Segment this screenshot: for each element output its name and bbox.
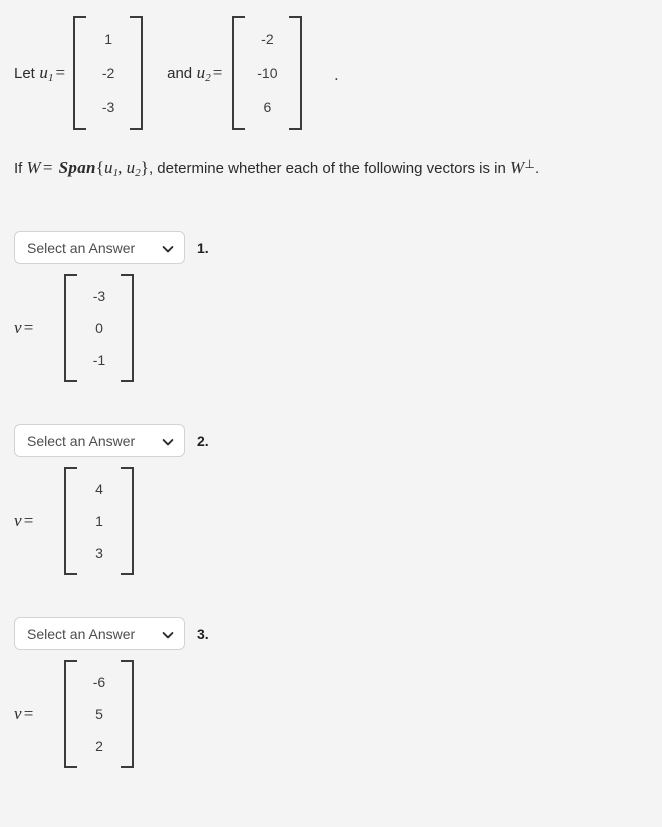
question-block-3: Select an Answer 3. v = -6 5 2	[0, 617, 662, 768]
set-u1-symbol: u1	[103, 158, 119, 179]
u1-subscript: 1	[48, 71, 54, 84]
u1-entry-1: 1	[104, 31, 112, 47]
question-2-vector: 4 1 3	[64, 467, 134, 575]
span-word: Span	[58, 158, 96, 177]
u1-vector-cells: 1 -2 -3	[86, 16, 130, 130]
q3-entry-2: 5	[95, 706, 103, 722]
question-number-3: 3.	[197, 625, 209, 642]
left-bracket	[73, 16, 87, 130]
u2-entry-1: -2	[261, 31, 274, 47]
right-bracket	[130, 16, 144, 130]
q2-entry-1: 4	[95, 481, 103, 497]
q3-entry-3: 2	[95, 738, 103, 754]
chevron-down-icon	[162, 435, 174, 447]
u2-equals-sign: =	[212, 62, 223, 82]
and-word: and	[167, 64, 193, 82]
set-u2-symbol: u2	[126, 158, 141, 179]
question-1-vector-row: v = -3 0 -1	[14, 274, 662, 382]
u2-entry-3: 6	[263, 99, 272, 115]
perp-icon: ⊥	[524, 157, 535, 171]
chevron-down-icon	[162, 242, 174, 254]
left-bracket	[64, 467, 77, 575]
select-answer-dropdown-3[interactable]: Select an Answer	[14, 617, 185, 650]
question-block-1: Select an Answer 1. v = -3 0 -1	[0, 231, 662, 382]
w-symbol: W	[26, 158, 41, 177]
select-answer-dropdown-2[interactable]: Select an Answer	[14, 424, 185, 457]
select-answer-label-3: Select an Answer	[27, 625, 136, 642]
v-label-1: v =	[14, 318, 34, 337]
q2-entry-3: 3	[95, 545, 103, 561]
right-bracket	[121, 274, 134, 382]
u1-symbol: u1	[39, 62, 54, 84]
select-answer-label-1: Select an Answer	[27, 239, 136, 256]
left-bracket	[232, 16, 246, 130]
right-bracket	[121, 467, 134, 575]
question-1-vector-cells: -3 0 -1	[77, 274, 121, 382]
q1-entry-3: -1	[92, 352, 106, 368]
q1-entry-2: 0	[95, 320, 103, 336]
u2-entry-2: -10	[257, 65, 278, 81]
span-equals-sign: =	[42, 158, 53, 177]
q2-entry-2: 1	[95, 513, 103, 529]
q3-entry-1: -6	[92, 674, 106, 690]
u1-entry-2: -2	[101, 65, 115, 81]
question-1-answer-row: Select an Answer 1.	[14, 231, 662, 264]
question-3-vector-row: v = -6 5 2	[14, 660, 662, 768]
statement-period: .	[535, 160, 540, 177]
right-bracket	[289, 16, 303, 130]
and-u2-label: and u2 =	[167, 63, 224, 84]
select-answer-label-2: Select an Answer	[27, 432, 136, 449]
chevron-down-icon	[162, 628, 174, 640]
question-block-2: Select an Answer 2. v = 4 1 3	[0, 424, 662, 575]
let-u1-label: Let u1 =	[14, 63, 67, 84]
question-2-vector-row: v = 4 1 3	[14, 467, 662, 575]
u2-symbol: u2	[196, 62, 211, 84]
left-bracket	[64, 660, 77, 768]
definition-line: Let u1 = 1 -2 -3 and u2 = -2 -10 6 .	[0, 0, 662, 146]
select-answer-dropdown-1[interactable]: Select an Answer	[14, 231, 185, 264]
sentence-period: .	[334, 67, 339, 84]
question-number-1: 1.	[197, 239, 209, 256]
u1-equals-sign: =	[55, 62, 66, 82]
question-3-vector-cells: -6 5 2	[77, 660, 121, 768]
span-statement: If W = Span{u1, u2}, determine whether ea…	[14, 157, 654, 179]
question-2-answer-row: Select an Answer 2.	[14, 424, 662, 457]
v-label-3: v =	[14, 704, 34, 723]
set-comma: ,	[118, 158, 123, 177]
question-3-answer-row: Select an Answer 3.	[14, 617, 662, 650]
u2-vector-cells: -2 -10 6	[245, 16, 289, 130]
question-2-vector-cells: 4 1 3	[77, 467, 121, 575]
open-brace: {	[95, 158, 104, 177]
left-bracket	[64, 274, 77, 382]
if-word: If	[14, 160, 23, 177]
let-word: Let	[14, 64, 35, 82]
question-1-vector: -3 0 -1	[64, 274, 134, 382]
question-3-vector: -6 5 2	[64, 660, 134, 768]
w-perp-symbol: W⊥	[509, 157, 535, 177]
q1-entry-1: -3	[92, 288, 106, 304]
determine-text: , determine whether each of the followin…	[148, 160, 506, 177]
u1-entry-3: -3	[101, 99, 115, 115]
u2-subscript: 2	[205, 71, 211, 84]
u2-vector: -2 -10 6	[232, 16, 303, 130]
close-brace: }	[140, 158, 149, 177]
right-bracket	[121, 660, 134, 768]
u1-vector: 1 -2 -3	[73, 16, 144, 130]
v-label-2: v =	[14, 511, 34, 530]
question-number-2: 2.	[197, 432, 209, 449]
